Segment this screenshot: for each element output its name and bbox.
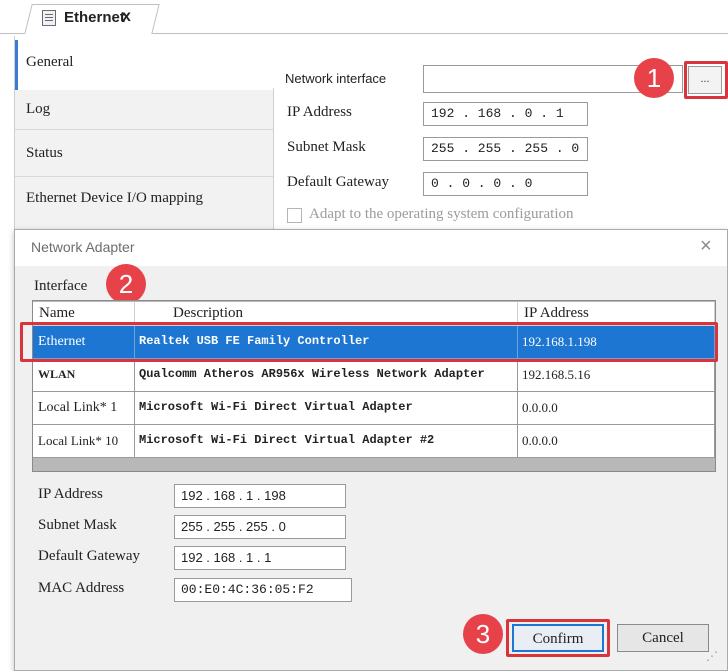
detail-ip-label: IP Address	[38, 486, 103, 502]
default-gateway-field[interactable]: 0 . 0 . 0 . 0	[423, 172, 588, 196]
detail-gateway-field[interactable]: 192 . 168 . 1 . 1	[174, 546, 346, 570]
dialog-close-icon[interactable]: ×	[700, 235, 712, 258]
ip-address-label: IP Address	[287, 104, 352, 120]
row-ip[interactable]: 0.0.0.0	[518, 425, 715, 458]
tab-close-icon[interactable]: x	[122, 8, 131, 26]
cancel-button[interactable]: Cancel	[617, 624, 709, 652]
interface-label: Interface	[34, 278, 88, 294]
row-ip[interactable]: 192.168.5.16	[518, 359, 715, 392]
sidebar-item-general[interactable]: General	[15, 40, 274, 90]
detail-gateway-label: Default Gateway	[38, 548, 141, 564]
detail-mac-field[interactable]: 00:E0:4C:36:05:F2	[174, 578, 352, 602]
resize-grip-icon[interactable]: ⋰	[706, 649, 718, 664]
highlight-browse	[684, 61, 728, 99]
highlight-confirm	[506, 619, 610, 657]
detail-mac-label: MAC Address	[38, 580, 125, 596]
network-interface-label: Network interface	[285, 71, 387, 86]
detail-ip-field[interactable]: 192 . 168 . 1 . 198	[174, 484, 346, 508]
step-2-badge: 2	[106, 264, 146, 304]
row-description[interactable]: Microsoft Wi-Fi Direct Virtual Adapter #…	[135, 425, 518, 458]
row-description[interactable]: Qualcomm Atheros AR956x Wireless Network…	[135, 359, 518, 392]
dialog-title: Network Adapter	[31, 239, 135, 255]
ip-address-field[interactable]: 192 . 168 . 0 . 1	[423, 102, 588, 126]
detail-mask-field[interactable]: 255 . 255 . 255 . 0	[174, 515, 346, 539]
row-name[interactable]: Local Link* 10	[33, 425, 135, 458]
device-icon	[42, 10, 56, 26]
subnet-mask-field[interactable]: 255 . 255 . 255 . 0	[423, 137, 588, 161]
sidebar-item-log[interactable]: Log	[15, 90, 274, 130]
row-name[interactable]: Local Link* 1	[33, 392, 135, 425]
tab-label: Ethernet	[64, 9, 125, 26]
default-gateway-label: Default Gateway	[287, 174, 390, 190]
row-ip[interactable]: 0.0.0.0	[518, 392, 715, 425]
highlight-selected-row	[20, 322, 718, 362]
adapt-os-label: Adapt to the operating system configurat…	[309, 206, 574, 222]
row-description[interactable]: Microsoft Wi-Fi Direct Virtual Adapter	[135, 392, 518, 425]
sidebar-item-status[interactable]: Status	[15, 130, 274, 177]
step-1-badge: 1	[634, 58, 674, 98]
step-3-badge: 3	[463, 614, 503, 654]
sidebar-item-io-mapping[interactable]: Ethernet Device I/O mapping	[15, 177, 274, 232]
adapt-os-checkbox[interactable]	[287, 208, 302, 223]
detail-mask-label: Subnet Mask	[38, 517, 117, 533]
subnet-mask-label: Subnet Mask	[287, 139, 366, 155]
row-name[interactable]: WLAN	[33, 359, 135, 392]
sidebar-divider	[273, 88, 274, 233]
